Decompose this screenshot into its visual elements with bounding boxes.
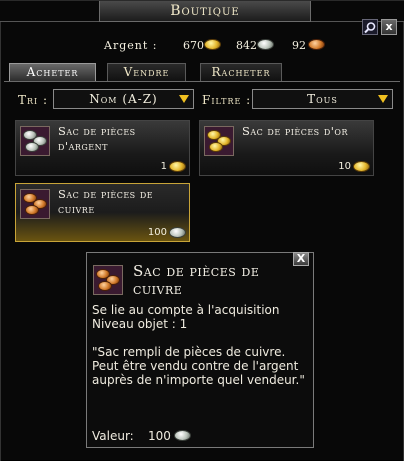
tab-label: Acheter: [26, 65, 79, 79]
silver-coin-icon: [174, 430, 191, 441]
copper-coin-bag-icon: [20, 189, 50, 219]
tooltip-close-button[interactable]: X: [293, 252, 309, 266]
copper-amount: 92: [292, 39, 306, 52]
filter-value: Tous: [307, 92, 338, 106]
gold-coin-bag-icon: [204, 126, 234, 156]
tab-buy[interactable]: Acheter: [9, 63, 96, 81]
item-price: 1: [160, 161, 167, 172]
tab-buyback[interactable]: Racheter: [200, 63, 282, 81]
sort-dropdown[interactable]: Nom (A-Z): [53, 89, 194, 109]
sort-label: Tri :: [18, 93, 49, 107]
silver-amount: 842: [236, 39, 257, 52]
dropdown-arrow-icon: [179, 95, 189, 103]
item-tooltip: Sac de pièces de cuivre X Se lie au comp…: [86, 252, 314, 448]
tooltip-body: Se lie au compte à l'acquisition Niveau …: [92, 303, 310, 387]
sort-value: Nom (A-Z): [89, 92, 158, 106]
frame-line: [0, 21, 100, 22]
copper-coin-bag-icon: [93, 265, 123, 295]
item-name: Sac de pièces d'argent: [58, 124, 136, 153]
tooltip-binding: Se lie au compte à l'acquisition: [92, 303, 280, 317]
search-button[interactable]: [362, 19, 378, 35]
tab-label: Racheter: [211, 65, 271, 79]
window-title-bar[interactable]: Boutique: [99, 1, 311, 22]
money-label: Argent :: [104, 39, 158, 52]
silver-coin-icon: [169, 227, 186, 238]
close-window-button[interactable]: x: [381, 19, 397, 35]
silver-coin-bag-icon: [20, 126, 50, 156]
gold-coin-icon: [353, 161, 370, 172]
close-icon: X: [296, 252, 306, 265]
shop-item-copper-bag[interactable]: Sac de pièces de cuivre 100: [15, 183, 190, 242]
tooltip-value-label: Valeur:: [92, 429, 134, 443]
dropdown-arrow-icon: [378, 95, 388, 103]
window-title: Boutique: [170, 3, 240, 19]
item-name: Sac de pièces d'or: [242, 124, 348, 138]
shop-item-silver-bag[interactable]: Sac de pièces d'argent 1: [15, 120, 190, 176]
filter-dropdown[interactable]: Tous: [252, 89, 393, 109]
shop-window: Boutique x Argent : 670 842 92 Acheter V…: [0, 0, 404, 461]
tab-divider: [4, 81, 400, 82]
gold-coin-icon: [169, 161, 186, 172]
tab-sell[interactable]: Vendre: [107, 63, 186, 81]
item-name: Sac de pièces de cuivre: [58, 187, 154, 216]
money-display: Argent : 670 842 92: [0, 35, 404, 55]
item-price: 10: [338, 161, 351, 172]
tooltip-description: "Sac rempli de pièces de cuivre. Peut êt…: [92, 345, 305, 387]
magnifier-icon: [364, 22, 376, 34]
copper-coin-icon: [308, 39, 325, 50]
filter-label: Filtre :: [202, 93, 252, 107]
close-icon: x: [385, 20, 393, 33]
item-price: 100: [147, 227, 167, 238]
tab-label: Vendre: [123, 65, 170, 79]
window-border-left: [0, 21, 1, 461]
shop-item-gold-bag[interactable]: Sac de pièces d'or 10: [199, 120, 374, 176]
tooltip-title: Sac de pièces de cuivre: [133, 262, 260, 298]
silver-coin-icon: [257, 39, 274, 50]
gold-coin-icon: [204, 39, 221, 50]
gold-amount: 670: [183, 39, 204, 52]
tooltip-value-amount: 100: [148, 429, 171, 443]
tooltip-level: Niveau objet : 1: [92, 317, 188, 331]
